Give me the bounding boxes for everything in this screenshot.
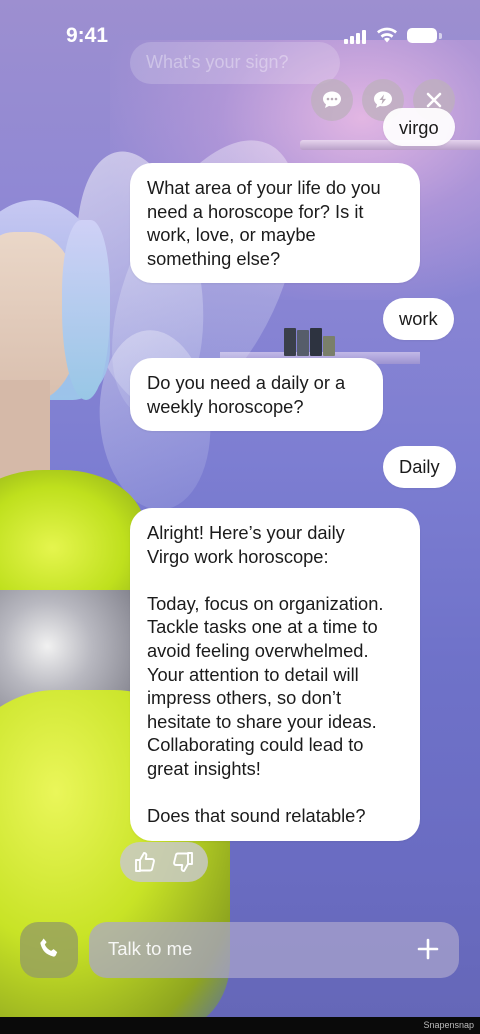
bot-message: Alright! Here’s your daily Virgo work ho… xyxy=(130,508,420,841)
user-message: work xyxy=(383,298,454,340)
thumbs-up-icon[interactable] xyxy=(133,850,157,879)
status-time: 9:41 xyxy=(66,24,109,47)
footer-bar: Snapensnap xyxy=(0,1017,480,1034)
plus-icon[interactable] xyxy=(417,938,439,965)
chat-button[interactable] xyxy=(311,79,353,121)
wifi-icon xyxy=(376,26,398,49)
bot-message: Do you need a daily or a weekly horoscop… xyxy=(130,358,383,432)
background-books xyxy=(284,328,344,356)
signal-icon xyxy=(344,30,370,44)
chat-bubble-icon xyxy=(321,90,343,110)
thumbs-down-icon[interactable] xyxy=(171,850,195,879)
watermark: Snapensnap xyxy=(423,1020,474,1030)
close-icon xyxy=(426,92,442,108)
bot-message: What area of your life do you need a hor… xyxy=(130,163,420,284)
phone-icon xyxy=(37,936,61,965)
message-input[interactable]: Talk to me xyxy=(89,922,459,978)
call-button[interactable] xyxy=(20,922,78,978)
message-input-placeholder: Talk to me xyxy=(108,938,193,959)
app-screen: 9:41 What's your sign? virgo What area o… xyxy=(0,0,480,1017)
faded-message: What's your sign? xyxy=(130,42,340,84)
user-message: virgo xyxy=(383,108,455,146)
user-message: Daily xyxy=(383,446,456,488)
battery-icon xyxy=(407,28,437,43)
feedback-pill xyxy=(120,842,208,882)
lightning-bubble-icon xyxy=(372,90,394,110)
